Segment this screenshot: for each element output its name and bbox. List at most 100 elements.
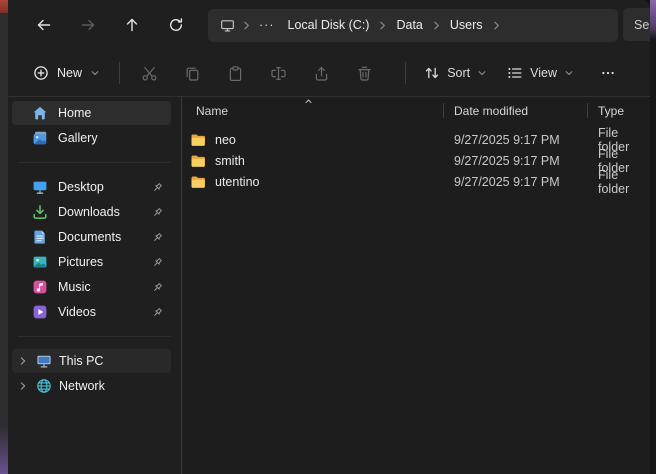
network-icon: [36, 378, 52, 394]
file-date-modified: 9/27/2025 9:17 PM: [444, 154, 588, 168]
file-name: neo: [215, 133, 236, 147]
breadcrumb-item-users[interactable]: Users: [443, 13, 490, 38]
edge-accent-purple: [650, 0, 656, 40]
refresh-button[interactable]: [154, 8, 198, 42]
view-icon: [507, 65, 523, 81]
sidebar-item-label: Pictures: [58, 255, 103, 269]
gallery-icon: [32, 130, 48, 146]
plus-circle-icon: [33, 65, 49, 81]
file-name-cell: smith: [182, 153, 444, 169]
sidebar-item-home[interactable]: Home: [12, 101, 171, 125]
table-row[interactable]: utentino 9/27/2025 9:17 PM File folder: [182, 171, 650, 192]
rename-button[interactable]: [257, 56, 300, 90]
chevron-right-icon[interactable]: [240, 20, 253, 31]
share-button[interactable]: [300, 56, 343, 90]
up-button[interactable]: [110, 8, 154, 42]
sidebar-separator: [18, 162, 171, 163]
edge-accent-purple: [0, 426, 8, 474]
pictures-icon: [32, 254, 48, 270]
paste-icon: [227, 65, 244, 82]
file-list-pane: Name Date modified Type neo: [181, 97, 650, 474]
address-bar[interactable]: ··· Local Disk (C:) Data Users: [208, 9, 618, 42]
file-date-modified: 9/27/2025 9:17 PM: [444, 133, 588, 147]
column-header-label: Type: [598, 104, 624, 118]
desktop-icon: [32, 179, 48, 195]
share-icon: [313, 65, 330, 82]
chevron-right-icon[interactable]: [376, 20, 389, 31]
sidebar-item-gallery[interactable]: Gallery: [12, 126, 171, 150]
trash-icon: [356, 65, 373, 82]
navigation-pane: Home Gallery Desktop: [8, 97, 181, 474]
forward-arrow-icon: [80, 17, 96, 33]
sidebar-item-label: Videos: [58, 305, 96, 319]
pin-icon[interactable]: [152, 232, 165, 243]
sidebar-item-desktop[interactable]: Desktop: [12, 175, 171, 199]
back-button[interactable]: [22, 8, 66, 42]
sidebar-separator: [18, 336, 171, 337]
column-header-type[interactable]: Type: [588, 97, 650, 124]
table-row[interactable]: smith 9/27/2025 9:17 PM File folder: [182, 150, 650, 171]
table-row[interactable]: neo 9/27/2025 9:17 PM File folder: [182, 129, 650, 150]
sort-button[interactable]: Sort: [414, 56, 497, 90]
command-bar: New: [8, 50, 650, 96]
pin-icon[interactable]: [152, 207, 165, 218]
chevron-down-icon: [564, 68, 574, 78]
breadcrumb-item-drive[interactable]: Local Disk (C:): [281, 13, 377, 38]
sidebar-item-label: Home: [58, 106, 91, 120]
cut-button[interactable]: [128, 56, 171, 90]
sidebar-item-music[interactable]: Music: [12, 275, 171, 299]
pin-icon[interactable]: [152, 307, 165, 318]
view-button[interactable]: View: [497, 56, 584, 90]
sidebar-item-this-pc[interactable]: This PC: [12, 349, 171, 373]
folder-icon: [190, 132, 206, 148]
sidebar-item-downloads[interactable]: Downloads: [12, 200, 171, 224]
documents-icon: [32, 229, 48, 245]
file-explorer-window: ··· Local Disk (C:) Data Users Se: [8, 0, 650, 474]
chevron-down-icon: [90, 68, 100, 78]
new-button[interactable]: New: [22, 56, 111, 90]
sidebar-item-documents[interactable]: Documents: [12, 225, 171, 249]
file-type: File folder: [588, 168, 650, 196]
sidebar-item-videos[interactable]: Videos: [12, 300, 171, 324]
chevron-right-icon[interactable]: [430, 20, 443, 31]
sort-icon: [424, 65, 440, 81]
copy-button[interactable]: [171, 56, 214, 90]
sort-ascending-icon: [304, 97, 313, 106]
column-header-label: Date modified: [454, 104, 528, 118]
refresh-icon: [168, 17, 184, 33]
toolbar-separator: [405, 62, 406, 84]
breadcrumb-overflow[interactable]: ···: [253, 13, 281, 38]
column-header-date-modified[interactable]: Date modified: [444, 97, 588, 124]
chevron-right-icon[interactable]: [16, 356, 29, 366]
desktop-edge-right: [650, 0, 656, 474]
more-icon: [600, 65, 616, 81]
paste-button[interactable]: [214, 56, 257, 90]
new-button-label: New: [57, 66, 82, 80]
delete-button[interactable]: [343, 56, 386, 90]
desktop-edge-left: [0, 0, 8, 474]
forward-button[interactable]: [66, 8, 110, 42]
file-name-cell: neo: [182, 132, 444, 148]
sidebar-item-label: Music: [58, 280, 91, 294]
pin-icon[interactable]: [152, 282, 165, 293]
sidebar-item-label: Network: [59, 379, 105, 393]
sidebar-item-pictures[interactable]: Pictures: [12, 250, 171, 274]
breadcrumb-item-data[interactable]: Data: [389, 13, 429, 38]
column-header-name[interactable]: Name: [182, 97, 444, 124]
sidebar-item-network[interactable]: Network: [12, 374, 171, 398]
computer-icon: [36, 353, 52, 369]
chevron-right-icon[interactable]: [490, 20, 503, 31]
chevron-right-icon[interactable]: [16, 381, 29, 391]
pin-icon[interactable]: [152, 257, 165, 268]
downloads-icon: [32, 204, 48, 220]
view-button-label: View: [530, 66, 557, 80]
copy-icon: [184, 65, 201, 82]
explorer-body: Home Gallery Desktop: [8, 97, 650, 474]
more-button[interactable]: [588, 56, 628, 90]
home-icon: [32, 105, 48, 121]
pin-icon[interactable]: [152, 182, 165, 193]
toolbar-right-group: Sort View: [397, 56, 640, 90]
up-arrow-icon: [124, 17, 140, 33]
sidebar-item-label: Documents: [58, 230, 121, 244]
search-box[interactable]: Se: [623, 8, 650, 41]
